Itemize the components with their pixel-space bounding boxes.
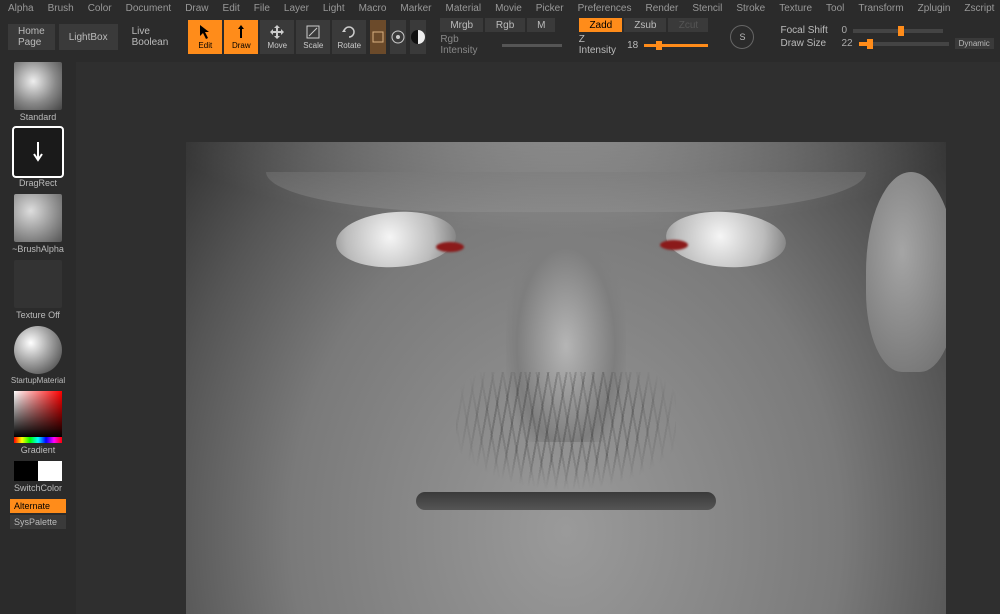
alpha-thumb-icon [14, 194, 62, 242]
menu-picker[interactable]: Picker [536, 3, 564, 14]
sculptris-button[interactable] [390, 20, 406, 54]
s-icon[interactable]: S [730, 25, 754, 49]
hue-strip[interactable] [14, 437, 62, 443]
material-label: StartupMaterial [11, 376, 65, 385]
menu-render[interactable]: Render [646, 3, 679, 14]
dynamic-button[interactable]: Dynamic [955, 38, 994, 49]
gizmo-button[interactable] [370, 20, 386, 54]
zsub-button[interactable]: Zsub [624, 18, 666, 32]
scale-mode-button[interactable]: Scale [296, 20, 330, 54]
brush-thumb-icon [14, 62, 62, 110]
alpha-selector[interactable]: ~BrushAlpha [10, 194, 66, 258]
color-picker-square[interactable] [14, 391, 62, 437]
menu-zplugin[interactable]: Zplugin [918, 3, 951, 14]
stroke-thumb-icon [14, 128, 62, 176]
menu-brush[interactable]: Brush [48, 3, 74, 14]
home-page-button[interactable]: Home Page [8, 24, 55, 50]
paint-mode-group: Mrgb Rgb M Zadd Zsub Zcut Rgb Intensity … [440, 18, 708, 56]
focal-shift-slider[interactable] [853, 29, 943, 33]
menu-file[interactable]: File [254, 3, 270, 14]
menu-light[interactable]: Light [323, 3, 345, 14]
menu-document[interactable]: Document [126, 3, 172, 14]
menu-texture[interactable]: Texture [779, 3, 812, 14]
menu-material[interactable]: Material [446, 3, 482, 14]
lightbox-button[interactable]: LightBox [59, 24, 118, 50]
menu-transform[interactable]: Transform [858, 3, 903, 14]
alternate-button[interactable]: Alternate [10, 499, 66, 513]
perspective-button[interactable] [410, 20, 426, 54]
menu-bar: Alpha Brush Color Document Draw Edit Fil… [0, 0, 1000, 16]
rgb-button[interactable]: Rgb [485, 18, 525, 32]
stroke-selector[interactable]: DragRect [10, 128, 66, 192]
syspalette-button[interactable]: SysPalette [10, 515, 66, 529]
m-button[interactable]: M [527, 18, 555, 32]
gradient-label: Gradient [21, 445, 56, 455]
live-boolean-button[interactable]: Live Boolean [122, 24, 179, 50]
swatch-pair[interactable] [14, 461, 62, 481]
menu-stroke[interactable]: Stroke [736, 3, 765, 14]
color-picker[interactable]: Gradient [10, 391, 66, 459]
z-intensity-slider[interactable] [644, 44, 708, 47]
menu-preferences[interactable]: Preferences [578, 3, 632, 14]
draw-mode-button[interactable]: Draw [224, 20, 258, 54]
menu-movie[interactable]: Movie [495, 3, 522, 14]
menu-color[interactable]: Color [88, 3, 112, 14]
draw-size-value: 22 [841, 38, 852, 49]
mrgb-button[interactable]: Mrgb [440, 18, 483, 32]
switchcolor-label: SwitchColor [14, 483, 62, 493]
left-sidebar: Standard DragRect ~BrushAlpha Texture Of… [0, 58, 76, 614]
move-mode-button[interactable]: Move [260, 20, 294, 54]
menu-zscript[interactable]: Zscript [964, 3, 994, 14]
menu-macro[interactable]: Macro [359, 3, 387, 14]
menu-draw[interactable]: Draw [185, 3, 208, 14]
material-thumb-icon [14, 326, 62, 374]
focal-shift-value: 0 [841, 25, 847, 36]
viewport[interactable] [186, 142, 946, 614]
main-area: Standard DragRect ~BrushAlpha Texture Of… [0, 58, 1000, 614]
zcut-button[interactable]: Zcut [668, 18, 708, 32]
rgb-intensity-label: Rgb Intensity [440, 34, 494, 56]
brush-selector[interactable]: Standard [10, 62, 66, 126]
transform-icon-group: Edit Draw Move Scale Rotate [188, 20, 366, 54]
texture-thumb-icon [14, 260, 62, 308]
sculpt-head [186, 142, 946, 614]
texture-label: Texture Off [16, 310, 60, 320]
menu-layer[interactable]: Layer [284, 3, 309, 14]
color-swatches[interactable]: SwitchColor [10, 461, 66, 497]
rotate-mode-button[interactable]: Rotate [332, 20, 366, 54]
viewport-wrap [76, 62, 1000, 614]
focal-shift-label: Focal Shift [780, 25, 835, 36]
stroke-label: DragRect [19, 178, 57, 188]
zadd-button[interactable]: Zadd [579, 18, 622, 32]
brush-label: Standard [20, 112, 57, 122]
menu-stencil[interactable]: Stencil [692, 3, 722, 14]
brush-size-block: S Focal Shift 0 Draw Size 22 Dynamic [730, 25, 993, 49]
texture-selector[interactable]: Texture Off [10, 260, 66, 324]
draw-size-label: Draw Size [780, 38, 835, 49]
draw-size-slider[interactable] [859, 42, 949, 46]
edit-mode-button[interactable]: Edit [188, 20, 222, 54]
rgb-intensity-slider[interactable] [502, 44, 562, 47]
z-intensity-value: 18 [627, 40, 638, 51]
menu-marker[interactable]: Marker [400, 3, 431, 14]
top-toolbar: Home Page LightBox Live Boolean Edit Dra… [0, 16, 1000, 58]
menu-alpha[interactable]: Alpha [8, 3, 34, 14]
z-intensity-label: Z Intensity [579, 34, 621, 56]
alpha-label: ~BrushAlpha [12, 244, 64, 254]
material-selector[interactable]: StartupMaterial [10, 326, 66, 389]
menu-edit[interactable]: Edit [223, 3, 240, 14]
menu-tool[interactable]: Tool [826, 3, 844, 14]
